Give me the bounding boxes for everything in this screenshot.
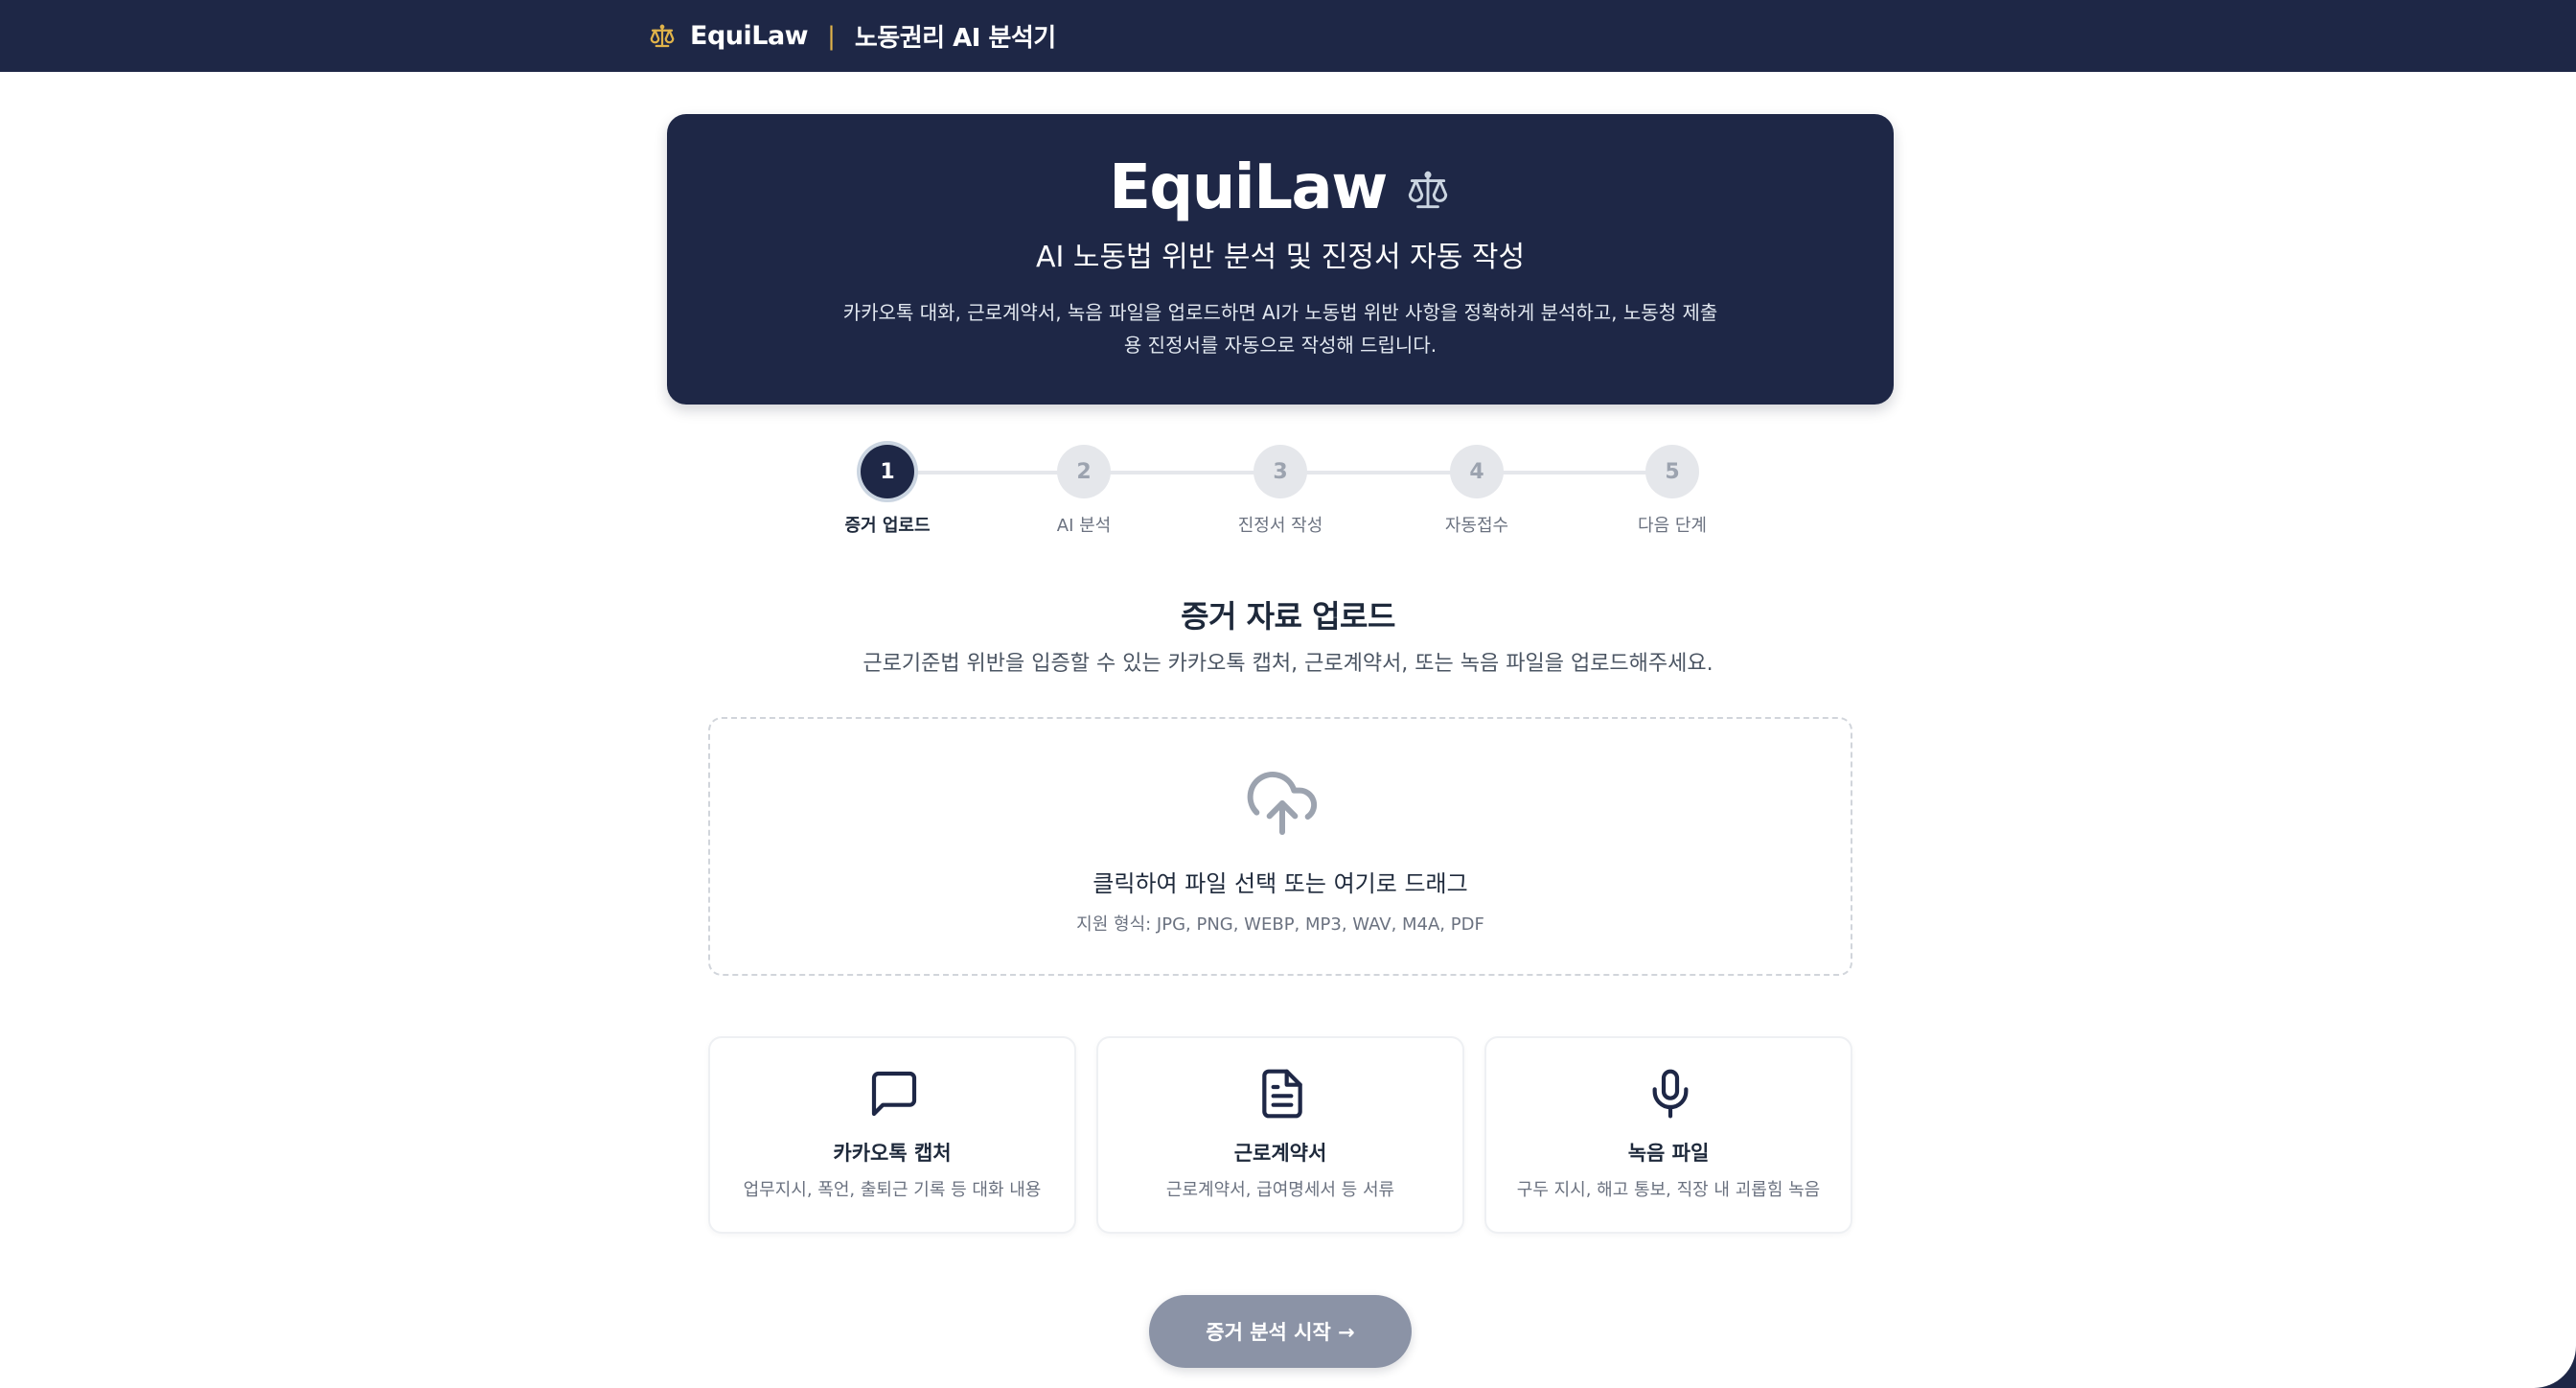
step-number: 4 [1450,445,1504,498]
cloud-upload-icon [1244,765,1321,842]
hero-subtitle: AI 노동법 위반 분석 및 진정서 자동 작성 [1035,241,1526,274]
step-2[interactable]: 2 AI 분석 [1017,445,1151,537]
top-navbar: EquiLaw | 노동권리 AI 분석기 [0,0,2576,72]
step-label: 진정서 작성 [1237,516,1323,536]
microphone-icon [1644,1067,1697,1121]
dropzone-title: 클릭하여 파일 선택 또는 여기로 드래그 [1092,870,1468,897]
card-title: 녹음 파일 [1627,1142,1710,1165]
step-4[interactable]: 4 자동접수 [1410,445,1544,537]
hero-description: 카카오톡 대화, 근로계약서, 녹음 파일을 업로드하면 AI가 노동법 위반 … [842,301,1718,357]
scales-icon [1404,167,1452,215]
upload-section-title: 증거 자료 업로드 [1181,598,1395,635]
app-window: EquiLaw | 노동권리 AI 분석기 EquiLaw AI 노동법 위반 … [0,0,2576,1388]
brand-separator: | [827,21,836,51]
step-number: 2 [1057,445,1111,498]
scales-icon [648,22,677,51]
chat-bubble-icon [867,1067,921,1121]
evidence-type-recording[interactable]: 녹음 파일 구두 지시, 해고 통보, 직장 내 괴롭힘 녹음 [1484,1036,1852,1234]
step-label: 다음 단계 [1638,516,1707,536]
brand-name: EquiLaw [690,21,809,51]
brand[interactable]: EquiLaw | 노동권리 AI 분석기 [648,0,1056,72]
upload-section-description: 근로기준법 위반을 입증할 수 있는 카카오톡 캡처, 근로계약서, 또는 녹음… [862,652,1714,676]
hero-title: EquiLaw [667,152,1894,223]
card-description: 근로계약서, 급여명세서 등 서류 [1165,1180,1395,1200]
start-analysis-button[interactable]: 증거 분석 시작 → [1149,1295,1412,1368]
step-3[interactable]: 3 진정서 작성 [1213,445,1347,537]
card-description: 업무지시, 폭언, 출퇴근 기록 등 대화 내용 [743,1180,1042,1200]
step-1[interactable]: 1 증거 업로드 [820,445,954,537]
step-number: 5 [1645,445,1699,498]
document-icon [1255,1067,1309,1121]
brand-subtitle: 노동권리 AI 분석기 [854,24,1056,53]
evidence-type-contract[interactable]: 근로계약서 근로계약서, 급여명세서 등 서류 [1096,1036,1464,1234]
hero-banner: EquiLaw AI 노동법 위반 분석 및 진정서 자동 작성 카카오톡 대화… [667,114,1894,405]
dropzone-hint: 지원 형식: JPG, PNG, WEBP, MP3, WAV, M4A, PD… [1076,914,1484,935]
card-description: 구두 지시, 해고 통보, 직장 내 괴롭힘 녹음 [1516,1180,1821,1200]
step-5[interactable]: 5 다음 단계 [1605,445,1739,537]
step-number: 3 [1254,445,1307,498]
hero-title-text: EquiLaw [1109,152,1388,223]
card-title: 카카오톡 캡처 [833,1142,952,1165]
file-dropzone[interactable]: 클릭하여 파일 선택 또는 여기로 드래그 지원 형식: JPG, PNG, W… [708,717,1852,976]
evidence-type-kakao[interactable]: 카카오톡 캡처 업무지시, 폭언, 출퇴근 기록 등 대화 내용 [708,1036,1076,1234]
step-label: AI 분석 [1056,516,1112,536]
step-label: 자동접수 [1444,516,1509,536]
card-title: 근로계약서 [1233,1142,1327,1165]
step-label: 증거 업로드 [844,516,931,536]
step-number: 1 [861,445,914,498]
progress-stepper: 1 증거 업로드 2 AI 분석 3 진정서 작성 4 자동접수 5 다음 단계 [840,445,1707,541]
